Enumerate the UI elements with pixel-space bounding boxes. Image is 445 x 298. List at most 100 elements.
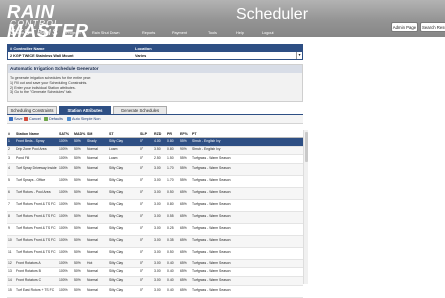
table-row[interactable]: 13 Front Rotators B 100% 50% Normal Silty Cla…: [7, 267, 303, 277]
cancel-button[interactable]: Cancel: [24, 115, 41, 123]
table-cell: 3.00: [153, 223, 166, 236]
table-cell: Normal: [86, 175, 108, 188]
save-button[interactable]: Save: [9, 115, 23, 123]
table-cell: 0°: [139, 187, 153, 200]
nav-rain-shut-down[interactable]: Rain Shut Down: [92, 30, 119, 36]
table-cell: 3.00: [153, 247, 166, 260]
nav-help[interactable]: Help: [236, 30, 244, 36]
table-cell: 55%: [179, 163, 191, 176]
table-cell: 50%: [73, 267, 86, 277]
table-cell: 100%: [58, 154, 73, 164]
table-cell: 3.50: [153, 146, 166, 156]
table-row[interactable]: 6 Turf Rotors - Pool Area 100% 50% Normal Sil…: [7, 187, 303, 200]
table-cell: Turf East Rotors + TS FC: [15, 285, 58, 298]
table-row[interactable]: 3 Pond Fill 100% 50% Normal Loam 0° 2.50 1.50 55%…: [7, 154, 303, 164]
table-row[interactable]: 10 Turf Rotors Front & TS FC 100% 50% Normal…: [7, 235, 303, 248]
table-cell: 0°: [139, 199, 153, 212]
chevron-down-icon[interactable]: ▼: [296, 52, 302, 59]
nav-home[interactable]: Home: [14, 30, 24, 36]
table-body: 1 Front Beds - Spray 100% 50% Shady Silty Cla…: [7, 137, 303, 298]
defaults-button[interactable]: Defaults: [44, 115, 63, 123]
table-cell: Turfgrass - Warm Season: [191, 267, 303, 277]
table-cell: Pond Fill: [15, 154, 58, 164]
table-cell: 3.00: [153, 285, 166, 298]
table-cell: 50%: [73, 146, 86, 156]
table-cell: 0.80: [166, 137, 179, 147]
table-cell: Silty Clay: [108, 247, 139, 260]
table-header-row: # Station Name SAT% MAD% SM ST SLP RZD PR EF% PT: [7, 130, 303, 138]
scrollbar-thumb[interactable]: [304, 132, 308, 162]
table-scrollbar[interactable]: [303, 130, 308, 284]
table-cell: 0.40: [166, 267, 179, 277]
table-cell: Turf Rotors - Pool Area: [15, 187, 58, 200]
table-cell: 2.50: [153, 154, 166, 164]
table-row[interactable]: 8 Turf Rotors Front & TS FC 100% 50% Normal S…: [7, 211, 303, 224]
generator-intro: To generate irrigation schedules for the…: [10, 76, 92, 80]
defaults-icon: [44, 116, 48, 121]
table-cell: 50%: [73, 175, 86, 188]
table-cell: 0°: [139, 235, 153, 248]
table-cell: Normal: [86, 199, 108, 212]
table-row[interactable]: 7 Turf Rotors Front & TS FC 100% 50% Normal S…: [7, 199, 303, 212]
table-cell: Front Rotators B: [15, 267, 58, 277]
table-row[interactable]: 11 Turf Rotors Front & TS FC 100% 50% Normal…: [7, 247, 303, 260]
nav-reports[interactable]: Reports: [142, 30, 155, 36]
table-cell: 100%: [58, 211, 73, 224]
table-cell: 100%: [58, 267, 73, 277]
table-cell: 0.40: [166, 285, 179, 298]
table-cell: 65%: [179, 259, 191, 269]
table-cell: 4: [7, 163, 15, 176]
table-cell: Turf Rotors Front & TS FC: [15, 211, 58, 224]
table-cell: Loam: [108, 154, 139, 164]
table-cell: 0°: [139, 259, 153, 269]
table-cell: 0°: [139, 247, 153, 260]
table-cell: Turf Rotors Front & TS FC: [15, 199, 58, 212]
table-cell: Turfgrass - Warm Season: [191, 235, 303, 248]
table-cell: Silty Clay: [108, 235, 139, 248]
table-cell: Normal: [86, 187, 108, 200]
tab-generate-schedules[interactable]: Generate Schedules: [113, 106, 167, 114]
nav-tools[interactable]: Tools: [208, 30, 217, 36]
table-cell: 8: [7, 211, 15, 224]
table-row[interactable]: 1 Front Beds - Spray 100% 50% Shady Silty Cla…: [7, 137, 303, 147]
auto-simple-label: Auto Simple Non: [72, 117, 101, 121]
table-cell: 50%: [73, 137, 86, 147]
table-cell: 55%: [179, 137, 191, 147]
table-cell: Silty Clay: [108, 259, 139, 269]
controller-select[interactable]: 2 KGP TWICE Stainless Wall Mount Varies: [8, 53, 302, 59]
station-attributes-table: # Station Name SAT% MAD% SM ST SLP RZD PR EF% PT 1…: [7, 130, 303, 298]
table-cell: Drip Zone Pool Area: [15, 146, 58, 156]
table-cell: Normal: [86, 247, 108, 260]
column-header: SM: [86, 130, 108, 138]
table-cell: 50%: [73, 235, 86, 248]
auto-simple-button[interactable]: Auto Simple Non: [67, 115, 101, 123]
rain-master-logo[interactable]: RAIN MASTER CONTROL SYSTEMS: [7, 2, 104, 40]
column-header: SLP: [139, 130, 153, 138]
table-cell: Turfgrass - Warm Season: [191, 199, 303, 212]
table-cell: Turf Spray Driveway Inside: [15, 163, 58, 176]
nav-program[interactable]: Program: [66, 30, 81, 36]
tab-station-attributes[interactable]: Station Attributes: [59, 106, 111, 114]
nav-payment[interactable]: Payment: [172, 30, 187, 36]
table-row[interactable]: 12 Front Rotators A 100% 50% Hot Silty Clay 0°…: [7, 259, 303, 269]
nav-setup[interactable]: Setup: [40, 30, 50, 36]
table-row[interactable]: 4 Turf Spray Driveway Inside 100% 50% Normal…: [7, 163, 303, 176]
table-cell: 3: [7, 154, 15, 164]
table-row[interactable]: 2 Drip Zone Pool Area 100% 50% Normal Loam 0° 3…: [7, 146, 303, 156]
tab-scheduling-constraints[interactable]: Scheduling Constraints: [7, 106, 57, 114]
table-row[interactable]: 15 Turf East Rotors + TS FC 100% 50% Normal S…: [7, 285, 303, 298]
table-cell: Front Rotators A: [15, 259, 58, 269]
table-cell: 3.00: [153, 211, 166, 224]
table-cell: Silty Clay: [108, 211, 139, 224]
table-cell: Silty Clay: [108, 187, 139, 200]
table-cell: 0°: [139, 154, 153, 164]
table-row[interactable]: 9 Turf Rotors Front & TS FC 100% 50% Normal S…: [7, 223, 303, 236]
table-cell: 7: [7, 199, 15, 212]
table-cell: 11: [7, 247, 15, 260]
table-cell: Normal: [86, 154, 108, 164]
table-cell: 65%: [179, 235, 191, 248]
nav-logout[interactable]: Logout: [262, 30, 274, 36]
table-row[interactable]: 5 Turf Sprays - Office 100% 50% Normal Silty …: [7, 175, 303, 188]
search-result-button[interactable]: Search Result: [420, 22, 445, 32]
table-cell: 100%: [58, 235, 73, 248]
